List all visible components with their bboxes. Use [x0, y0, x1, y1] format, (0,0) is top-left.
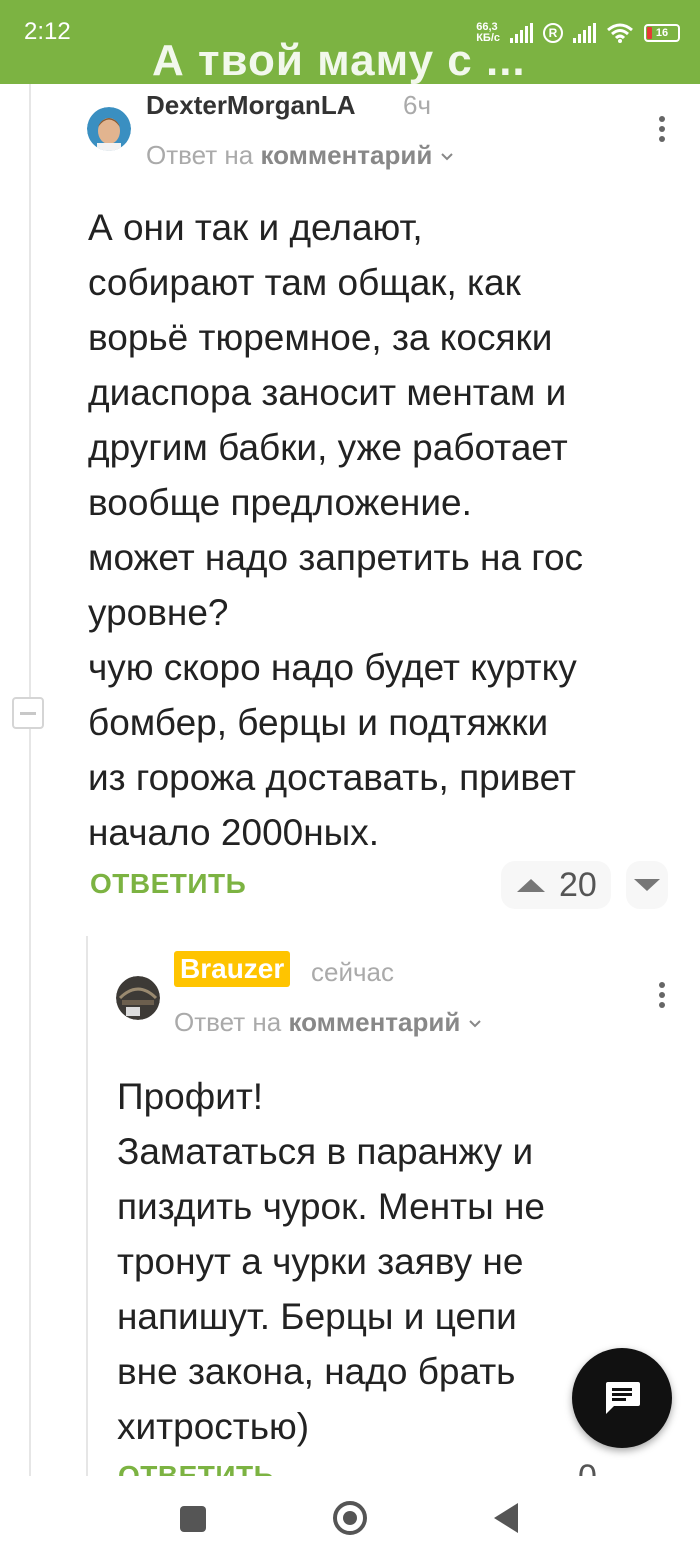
comment-text: А они так и делают, собирают там общак, … — [88, 207, 584, 853]
back-icon[interactable] — [494, 1503, 518, 1533]
reply-to-line: Ответ на комментарий — [174, 1007, 482, 1038]
comment-time: 6ч — [403, 90, 432, 120]
chevron-down-icon — [440, 153, 453, 161]
reply-button[interactable]: ОТВЕТИТЬ — [118, 1460, 274, 1476]
signal-icon — [510, 23, 533, 43]
comment-username[interactable]: Brauzer — [174, 951, 291, 987]
chat-icon — [606, 1382, 640, 1414]
avatar[interactable] — [116, 976, 160, 1020]
reply-to-line: Ответ на комментарий — [146, 140, 454, 171]
home-icon[interactable] — [333, 1501, 367, 1535]
comment-score: 20 — [559, 865, 597, 904]
network-speed: 66,3 КБ/с — [476, 21, 500, 44]
comment-score: 0 — [578, 1460, 597, 1476]
thread-line — [29, 84, 31, 1476]
downvote-control[interactable] — [626, 861, 668, 909]
header-overlay-text: А твой маму с ... — [152, 36, 526, 84]
avatar[interactable] — [87, 107, 131, 151]
downvote-icon[interactable] — [634, 879, 660, 891]
status-time: 2:12 — [24, 18, 71, 45]
more-options-icon[interactable] — [658, 116, 666, 142]
signal-icon-2 — [573, 23, 596, 43]
roaming-icon: R — [543, 23, 563, 43]
battery-icon: 16 — [644, 24, 680, 42]
chevron-down-icon — [468, 1020, 481, 1028]
comment-fab-button[interactable] — [572, 1348, 672, 1448]
upvote-control[interactable]: 0 — [530, 1460, 610, 1476]
wifi-icon — [607, 23, 633, 43]
upvote-control[interactable]: 20 — [501, 861, 611, 909]
reply-button[interactable]: ОТВЕТИТЬ — [90, 868, 246, 900]
reply-to-link[interactable]: комментарий — [260, 140, 432, 170]
comment-time: сейчас — [311, 957, 394, 987]
upvote-icon[interactable] — [517, 878, 545, 892]
comment-text: Профит! Замататься в паранжу и пиздить ч… — [117, 1076, 545, 1447]
status-bar: А твой маму с ... 2:12 66,3 КБ/с R 16 — [0, 0, 700, 84]
reply-to-link[interactable]: комментарий — [288, 1007, 460, 1037]
collapse-thread-button[interactable] — [12, 697, 44, 729]
thread-line-nested — [86, 936, 88, 1476]
status-icons: 66,3 КБ/с R 16 — [476, 18, 680, 48]
recents-icon[interactable] — [180, 1506, 206, 1532]
comment-username[interactable]: DexterMorganLA — [146, 90, 355, 121]
more-options-icon[interactable] — [658, 982, 666, 1008]
